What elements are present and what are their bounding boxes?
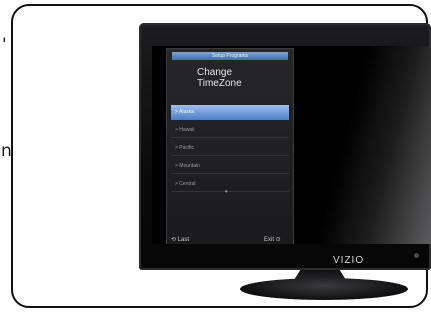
osd-heading: Change TimeZone	[197, 67, 287, 89]
timezone-item-hawaii[interactable]: > Hawaii	[171, 123, 289, 138]
last-button[interactable]: ⟲ Last	[171, 236, 189, 243]
power-indicator-icon	[414, 253, 419, 258]
timezone-item-alaska[interactable]: > Alaska	[171, 105, 289, 120]
osd-heading-line2: TimeZone	[197, 78, 242, 89]
tv-screen: Setup Programs Change TimeZone > Alaska …	[152, 46, 431, 244]
brand-logo: VIZIO	[333, 255, 365, 266]
timezone-item-mountain[interactable]: > Mountain	[171, 159, 289, 174]
exit-button[interactable]: Exit ⊙	[264, 236, 281, 243]
timezone-item-pacific[interactable]: > Pacific	[171, 141, 289, 156]
osd-title-bar: Setup Programs	[172, 52, 288, 60]
osd-heading-line1: Change	[197, 67, 233, 78]
edge-text-apostrophe: '	[2, 35, 7, 55]
timezone-item-central[interactable]: > Central	[171, 177, 289, 192]
tv-stand-base	[240, 278, 408, 300]
timezone-list: > Alaska > Hawaii > Pacific > Mountain >…	[171, 105, 289, 195]
scroll-down-icon[interactable]: ▾	[225, 189, 228, 195]
osd-menu-panel: Setup Programs Change TimeZone > Alaska …	[166, 48, 294, 244]
